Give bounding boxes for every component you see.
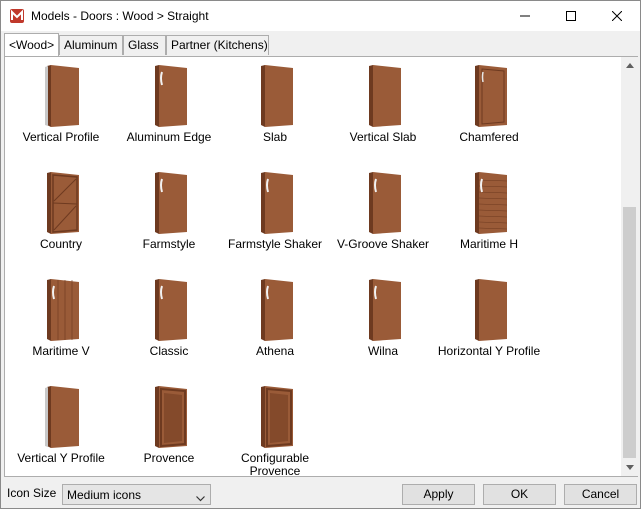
model-item-label: Horizontal Y Profile bbox=[437, 344, 541, 358]
model-item-slab[interactable]: Slab bbox=[221, 61, 329, 168]
model-item-label: Configurable Provence bbox=[240, 451, 310, 477]
tab-wood[interactable]: <Wood> bbox=[4, 33, 59, 56]
model-item-farmstyle-shaker[interactable]: Farmstyle Shaker bbox=[221, 168, 329, 275]
door-thumbnail bbox=[31, 63, 91, 129]
model-item-label: Vertical Profile bbox=[22, 130, 100, 144]
model-item-configurable-provence[interactable]: Configurable Provence bbox=[221, 382, 329, 476]
model-item-label: Maritime H bbox=[459, 237, 518, 251]
chevron-down-icon bbox=[196, 491, 205, 505]
ok-button[interactable]: OK bbox=[483, 484, 556, 505]
door-thumbnail bbox=[353, 277, 413, 343]
model-item-label: Athena bbox=[255, 344, 295, 358]
scroll-down-button[interactable] bbox=[621, 459, 638, 476]
minimize-icon bbox=[520, 15, 530, 17]
door-thumbnail bbox=[31, 277, 91, 343]
close-icon bbox=[612, 11, 622, 21]
model-item-label: Farmstyle Shaker bbox=[227, 237, 323, 251]
vertical-scrollbar[interactable] bbox=[621, 57, 638, 476]
model-item-vertical-slab[interactable]: Vertical Slab bbox=[329, 61, 437, 168]
model-item-label: Country bbox=[39, 237, 83, 251]
model-item-aluminum-edge[interactable]: Aluminum Edge bbox=[115, 61, 223, 168]
model-item-classic[interactable]: Classic bbox=[115, 275, 223, 382]
model-item-label: Provence bbox=[143, 451, 195, 465]
door-thumbnail bbox=[245, 384, 305, 450]
models-grid: Vertical Profile Aluminum Edge Slab Vertica… bbox=[5, 57, 621, 476]
model-item-athena[interactable]: Athena bbox=[221, 275, 329, 382]
door-thumbnail bbox=[353, 63, 413, 129]
model-item-country[interactable]: Country bbox=[7, 168, 115, 275]
minimize-button[interactable] bbox=[502, 1, 548, 31]
icon-size-value: Medium icons bbox=[67, 488, 142, 502]
model-item-vertical-y-profile[interactable]: Vertical Y Profile bbox=[7, 382, 115, 476]
model-item-label: Slab bbox=[262, 130, 288, 144]
door-thumbnail bbox=[245, 170, 305, 236]
model-item-provence[interactable]: Provence bbox=[115, 382, 223, 476]
model-item-label: Wilna bbox=[367, 344, 398, 358]
models-dialog: Models - Doors : Wood > Straight <Wood> … bbox=[0, 0, 641, 509]
door-thumbnail bbox=[139, 277, 199, 343]
model-item-label: Classic bbox=[149, 344, 189, 358]
model-item-maritime-v[interactable]: Maritime V bbox=[7, 275, 115, 382]
door-thumbnail bbox=[139, 170, 199, 236]
chevron-down-icon bbox=[625, 465, 634, 470]
icon-size-select[interactable]: Medium icons bbox=[62, 484, 211, 505]
door-thumbnail bbox=[245, 277, 305, 343]
tab-partner-kitchens[interactable]: Partner (Kitchens) bbox=[166, 35, 269, 55]
door-thumbnail bbox=[245, 63, 305, 129]
models-panel: Vertical Profile Aluminum Edge Slab Vertica… bbox=[4, 56, 638, 477]
model-item-horizontal-y-profile[interactable]: Horizontal Y Profile bbox=[435, 275, 543, 382]
door-thumbnail bbox=[31, 384, 91, 450]
model-item-wilna[interactable]: Wilna bbox=[329, 275, 437, 382]
door-thumbnail bbox=[31, 170, 91, 236]
chevron-up-icon bbox=[625, 63, 634, 68]
model-item-label: Farmstyle bbox=[142, 237, 196, 251]
model-item-label: Vertical Slab bbox=[349, 130, 417, 144]
model-item-maritime-h[interactable]: Maritime H bbox=[435, 168, 543, 275]
icon-size-label: Icon Size bbox=[7, 486, 57, 500]
door-thumbnail bbox=[139, 384, 199, 450]
maximize-icon bbox=[566, 11, 576, 21]
title-bar[interactable]: Models - Doors : Wood > Straight bbox=[1, 1, 640, 31]
door-thumbnail bbox=[459, 277, 519, 343]
model-item-label: Chamfered bbox=[459, 130, 519, 144]
maximize-button[interactable] bbox=[548, 1, 594, 31]
model-item-farmstyle[interactable]: Farmstyle bbox=[115, 168, 223, 275]
door-thumbnail bbox=[459, 63, 519, 129]
scrollbar-thumb[interactable] bbox=[623, 207, 636, 458]
window-title: Models - Doors : Wood > Straight bbox=[31, 9, 209, 23]
door-thumbnail bbox=[353, 170, 413, 236]
model-item-label: Vertical Y Profile bbox=[17, 451, 105, 465]
model-item-label: V-Groove Shaker bbox=[336, 237, 430, 251]
scroll-up-button[interactable] bbox=[621, 57, 638, 74]
model-item-chamfered[interactable]: Chamfered bbox=[435, 61, 543, 168]
model-item-label: Aluminum Edge bbox=[126, 130, 212, 144]
cancel-button[interactable]: Cancel bbox=[564, 484, 637, 505]
apply-button[interactable]: Apply bbox=[402, 484, 475, 505]
model-item-vertical-profile[interactable]: Vertical Profile bbox=[7, 61, 115, 168]
model-item-label: Maritime V bbox=[32, 344, 90, 358]
door-thumbnail bbox=[459, 170, 519, 236]
door-thumbnail bbox=[139, 63, 199, 129]
tab-glass[interactable]: Glass bbox=[123, 35, 166, 55]
model-item-v-groove-shaker[interactable]: V-Groove Shaker bbox=[329, 168, 437, 275]
tab-aluminum[interactable]: Aluminum bbox=[59, 35, 123, 55]
m-logo-icon bbox=[10, 9, 24, 23]
close-button[interactable] bbox=[594, 1, 640, 31]
